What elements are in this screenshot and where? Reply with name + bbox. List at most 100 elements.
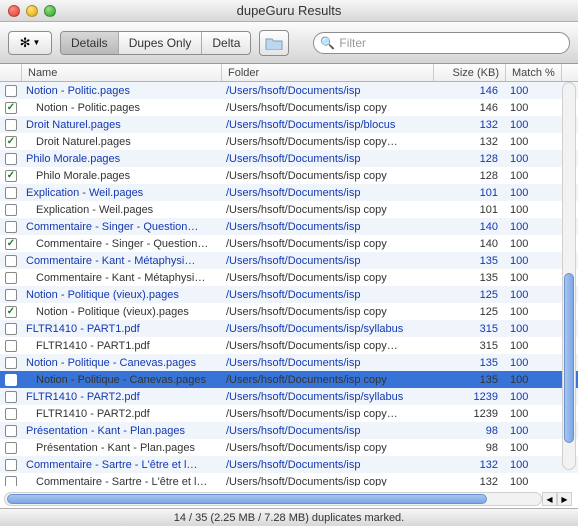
cell-size: 135: [434, 272, 506, 284]
row-checkbox[interactable]: [5, 136, 17, 148]
search-icon: 🔍: [320, 36, 335, 50]
cell-name: Présentation - Kant - Plan.pages: [22, 425, 222, 437]
table-row[interactable]: Droit Naturel.pages/Users/hsoft/Document…: [0, 116, 578, 133]
cell-name: Philo Morale.pages: [22, 153, 222, 165]
header-folder[interactable]: Folder: [222, 64, 434, 81]
row-checkbox[interactable]: [5, 357, 17, 369]
cell-match: 100: [506, 136, 562, 148]
table-row[interactable]: Commentaire - Singer - Question…/Users/h…: [0, 235, 578, 252]
segment-delta[interactable]: Delta: [202, 32, 250, 54]
row-checkbox[interactable]: [5, 102, 17, 114]
header-size[interactable]: Size (KB): [434, 64, 506, 81]
horizontal-scrollbar[interactable]: [4, 492, 542, 506]
row-checkbox[interactable]: [5, 323, 17, 335]
cell-match: 100: [506, 119, 562, 131]
scroll-right-button[interactable]: ▶: [557, 492, 572, 506]
row-checkbox[interactable]: [5, 221, 17, 233]
row-checkbox[interactable]: [5, 238, 17, 250]
cell-folder: /Users/hsoft/Documents/isp: [222, 289, 434, 301]
cell-folder: /Users/hsoft/Documents/isp: [222, 221, 434, 233]
table-row[interactable]: Notion - Politic.pages/Users/hsoft/Docum…: [0, 99, 578, 116]
row-checkbox[interactable]: [5, 85, 17, 97]
reveal-folder-button[interactable]: [259, 30, 289, 56]
segment-dupes-only[interactable]: Dupes Only: [119, 32, 203, 54]
cell-size: 1239: [434, 391, 506, 403]
table-row[interactable]: FLTR1410 - PART1.pdf/Users/hsoft/Documen…: [0, 337, 578, 354]
table-row[interactable]: Explication - Weil.pages/Users/hsoft/Doc…: [0, 184, 578, 201]
row-checkbox[interactable]: [5, 408, 17, 420]
table-row[interactable]: Droit Naturel.pages/Users/hsoft/Document…: [0, 133, 578, 150]
table-row[interactable]: Commentaire - Kant - Métaphysi…/Users/hs…: [0, 269, 578, 286]
status-bar: 14 / 35 (2.25 MB / 7.28 MB) duplicates m…: [0, 508, 578, 526]
scroll-left-button[interactable]: ◀: [542, 492, 557, 506]
table-row[interactable]: FLTR1410 - PART2.pdf/Users/hsoft/Documen…: [0, 388, 578, 405]
table-row[interactable]: Philo Morale.pages/Users/hsoft/Documents…: [0, 167, 578, 184]
row-checkbox[interactable]: [5, 476, 17, 487]
cell-name: Notion - Politique (vieux).pages: [22, 289, 222, 301]
table-row[interactable]: Présentation - Kant - Plan.pages/Users/h…: [0, 439, 578, 456]
row-checkbox[interactable]: [5, 119, 17, 131]
row-checkbox[interactable]: [5, 255, 17, 267]
cell-size: 101: [434, 204, 506, 216]
row-checkbox[interactable]: [5, 289, 17, 301]
cell-folder: /Users/hsoft/Documents/isp copy: [222, 374, 434, 386]
row-checkbox[interactable]: [5, 170, 17, 182]
cell-match: 100: [506, 323, 562, 335]
row-checkbox[interactable]: [5, 306, 17, 318]
table-row[interactable]: Commentaire - Sartre - L'être et l…/User…: [0, 473, 578, 486]
row-checkbox[interactable]: [5, 459, 17, 471]
cell-folder: /Users/hsoft/Documents/isp copy: [222, 238, 434, 250]
cell-folder: /Users/hsoft/Documents/isp copy…: [222, 136, 434, 148]
table-row[interactable]: Commentaire - Kant - Métaphysi…/Users/hs…: [0, 252, 578, 269]
cell-size: 135: [434, 374, 506, 386]
table-row[interactable]: Notion - Politique - Canevas.pages/Users…: [0, 371, 578, 388]
cell-size: 315: [434, 323, 506, 335]
cell-name: Commentaire - Kant - Métaphysi…: [22, 272, 222, 284]
table-row[interactable]: Commentaire - Sartre - L'être et l…/User…: [0, 456, 578, 473]
vertical-scroll-thumb[interactable]: [564, 273, 574, 443]
cell-match: 100: [506, 374, 562, 386]
horizontal-scroll-thumb[interactable]: [7, 494, 487, 504]
row-checkbox[interactable]: [5, 153, 17, 165]
actions-menu-button[interactable]: ✻▼: [8, 31, 52, 55]
table-row[interactable]: Présentation - Kant - Plan.pages/Users/h…: [0, 422, 578, 439]
table-row[interactable]: Notion - Politique (vieux).pages/Users/h…: [0, 286, 578, 303]
row-checkbox[interactable]: [5, 374, 17, 386]
header-name[interactable]: Name: [22, 64, 222, 81]
toolbar: ✻▼ Details Dupes Only Delta 🔍 Filter: [0, 22, 578, 64]
cell-size: 132: [434, 119, 506, 131]
vertical-scrollbar[interactable]: [562, 82, 576, 470]
cell-name: Commentaire - Singer - Question…: [22, 221, 222, 233]
cell-match: 100: [506, 85, 562, 97]
cell-match: 100: [506, 306, 562, 318]
row-checkbox[interactable]: [5, 425, 17, 437]
cell-folder: /Users/hsoft/Documents/isp copy: [222, 272, 434, 284]
filter-search-input[interactable]: 🔍 Filter: [313, 32, 570, 54]
cell-size: 140: [434, 238, 506, 250]
cell-match: 100: [506, 272, 562, 284]
table-row[interactable]: Commentaire - Singer - Question…/Users/h…: [0, 218, 578, 235]
row-checkbox[interactable]: [5, 187, 17, 199]
table-row[interactable]: Notion - Politique - Canevas.pages/Users…: [0, 354, 578, 371]
cell-size: 128: [434, 153, 506, 165]
row-checkbox[interactable]: [5, 391, 17, 403]
cell-folder: /Users/hsoft/Documents/isp copy…: [222, 340, 434, 352]
table-row[interactable]: FLTR1410 - PART1.pdf/Users/hsoft/Documen…: [0, 320, 578, 337]
table-row[interactable]: Notion - Politic.pages/Users/hsoft/Docum…: [0, 82, 578, 99]
header-checkbox[interactable]: [0, 64, 22, 81]
table-row[interactable]: Explication - Weil.pages/Users/hsoft/Doc…: [0, 201, 578, 218]
row-checkbox[interactable]: [5, 340, 17, 352]
cell-match: 100: [506, 425, 562, 437]
cell-size: 132: [434, 459, 506, 471]
header-match[interactable]: Match %: [506, 64, 562, 81]
segment-details[interactable]: Details: [61, 32, 119, 54]
cell-name: Commentaire - Singer - Question…: [22, 238, 222, 250]
cell-folder: /Users/hsoft/Documents/isp: [222, 357, 434, 369]
table-row[interactable]: Notion - Politique (vieux).pages/Users/h…: [0, 303, 578, 320]
row-checkbox[interactable]: [5, 204, 17, 216]
cell-match: 100: [506, 221, 562, 233]
row-checkbox[interactable]: [5, 272, 17, 284]
table-row[interactable]: FLTR1410 - PART2.pdf/Users/hsoft/Documen…: [0, 405, 578, 422]
table-row[interactable]: Philo Morale.pages/Users/hsoft/Documents…: [0, 150, 578, 167]
row-checkbox[interactable]: [5, 442, 17, 454]
